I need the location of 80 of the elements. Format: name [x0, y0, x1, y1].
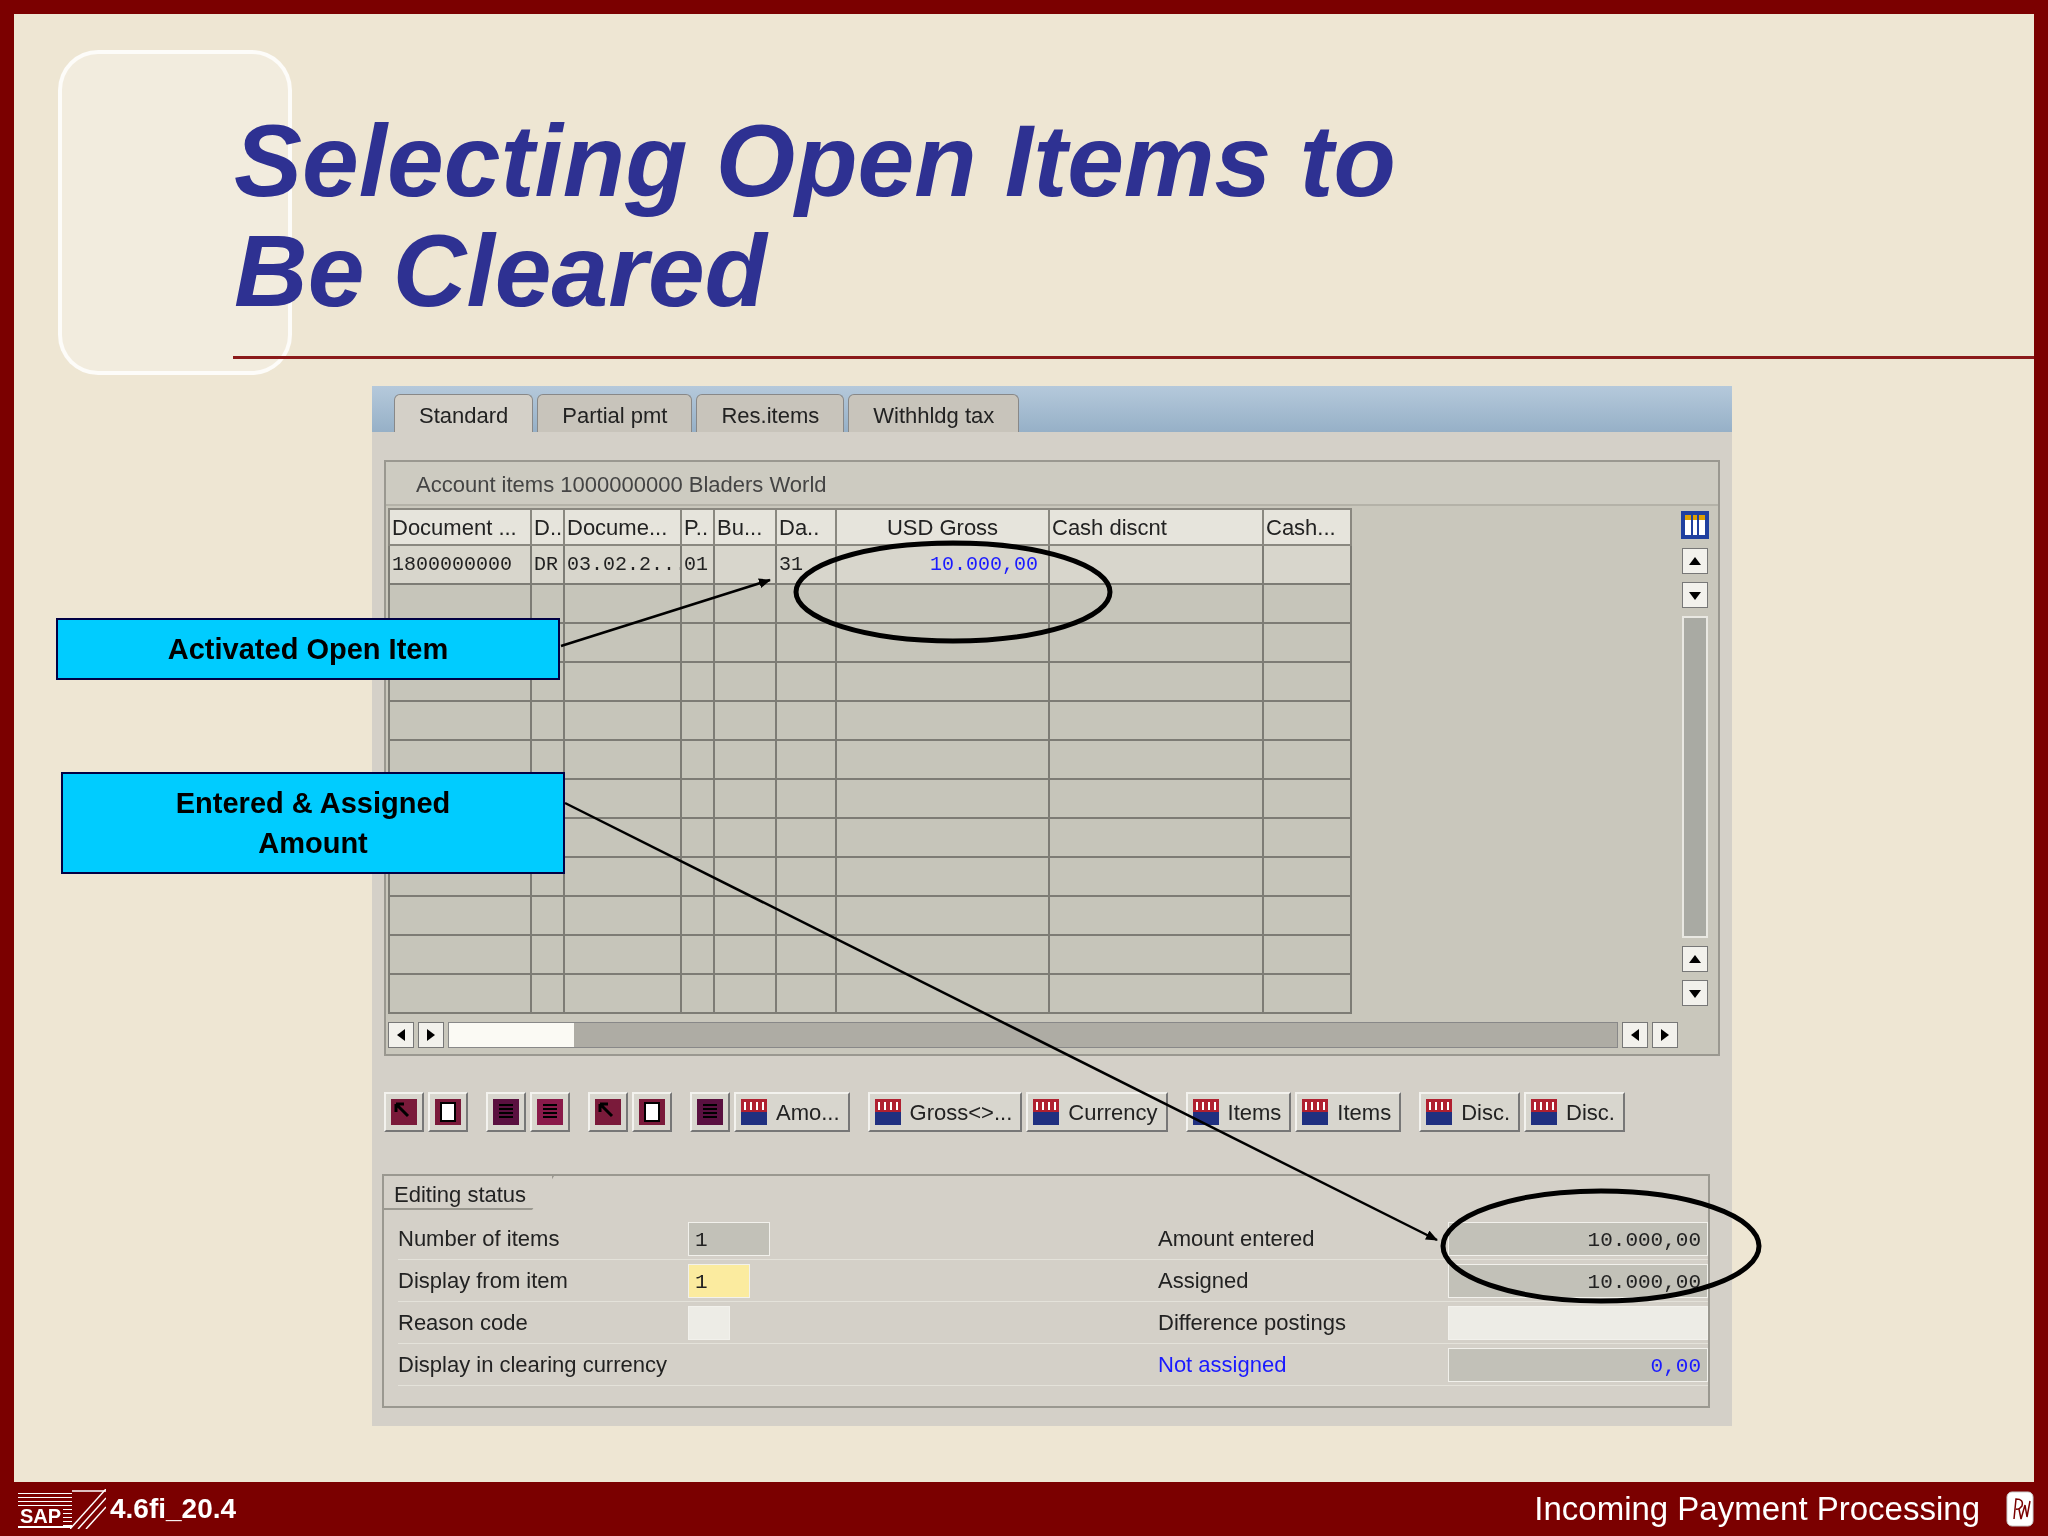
toolbar-icon: [696, 1098, 724, 1126]
sap-logo-text: SAP: [18, 1506, 64, 1526]
scroll-right-button[interactable]: [1652, 1022, 1678, 1048]
field-link[interactable]: Not assigned: [1158, 1348, 1448, 1381]
toolbar-icon: [1191, 1098, 1220, 1126]
column-header[interactable]: Cash discnt: [1049, 509, 1263, 545]
toolbar-icon: [492, 1098, 520, 1126]
toolbar-icon: [873, 1098, 902, 1126]
output-field: 10.000,00: [1448, 1221, 1708, 1256]
table-cell: 03.02.2...: [564, 545, 681, 584]
tab[interactable]: Standard: [394, 394, 534, 432]
column-header[interactable]: D..: [531, 509, 564, 545]
toolbar-button[interactable]: [428, 1092, 468, 1132]
toolbar-icon: [390, 1098, 418, 1126]
column-header[interactable]: USD Gross: [836, 509, 1049, 545]
output-field: 1: [688, 1221, 770, 1256]
toolbar-icon: [536, 1098, 564, 1126]
toolbar-button[interactable]: Disc.: [1524, 1092, 1625, 1132]
toolbar-icon: [638, 1098, 666, 1126]
toolbar-icon: [740, 1098, 768, 1126]
toolbar-button[interactable]: Gross<>...: [867, 1092, 1023, 1132]
toolbar-icon: [1530, 1098, 1559, 1126]
input-cell[interactable]: [1263, 545, 1351, 584]
toolbar-button[interactable]: [588, 1092, 628, 1132]
panel-title: Editing status: [384, 1176, 555, 1210]
toolbar-icon: [1425, 1098, 1454, 1126]
column-header[interactable]: P..: [681, 509, 714, 545]
toolbar-button[interactable]: [486, 1092, 526, 1132]
field-label: Reason code: [398, 1309, 529, 1337]
scroll-up-button[interactable]: [1682, 946, 1708, 972]
scroll-left-button[interactable]: [1622, 1022, 1648, 1048]
panel-title: Account items 1000000000 Bladers World: [386, 462, 1718, 506]
input-field[interactable]: [1448, 1305, 1708, 1340]
footer-title: Incoming Payment Processing: [1534, 1489, 1980, 1530]
toolbar-button[interactable]: [690, 1092, 730, 1132]
callout-label: Activated Open Item: [56, 618, 560, 680]
field-label: Difference postings: [1158, 1309, 1347, 1337]
slide-code: 4.6fi_20.4: [110, 1492, 237, 1526]
slide-title: Selecting Open Items to Be Cleared: [234, 106, 1396, 326]
scrollbar-track[interactable]: [448, 1022, 1618, 1048]
column-header[interactable]: Docume...: [564, 509, 681, 545]
output-field: 0,00: [1448, 1347, 1708, 1382]
toolbar-button[interactable]: [632, 1092, 672, 1132]
column-header[interactable]: Da..: [776, 509, 836, 545]
scrollbar-thumb[interactable]: [449, 1023, 574, 1047]
column-settings-icon[interactable]: [1680, 510, 1710, 540]
toolbar-icon: [594, 1098, 622, 1126]
toolbar-button[interactable]: Items: [1295, 1092, 1402, 1132]
callout-label: Entered & Assigned Amount: [61, 772, 565, 874]
field-label: Display in clearing currency: [398, 1351, 668, 1379]
toolbar-button[interactable]: Items: [1185, 1092, 1292, 1132]
tab[interactable]: Partial pmt: [537, 394, 693, 432]
scroll-up-button[interactable]: [1682, 548, 1708, 574]
output-field: 10.000,00: [1448, 1263, 1708, 1298]
column-header[interactable]: Cash...: [1263, 509, 1351, 545]
field-label: Display from item: [398, 1267, 569, 1295]
toolbar-button[interactable]: [384, 1092, 424, 1132]
tab[interactable]: Res.items: [696, 394, 845, 432]
field-label: Number of items: [398, 1225, 561, 1253]
column-header[interactable]: Bu...: [714, 509, 776, 545]
toolbar-button[interactable]: Disc.: [1419, 1092, 1521, 1132]
toolbar-icon: [434, 1098, 462, 1126]
field-label: Amount entered: [1158, 1225, 1316, 1253]
input-cell[interactable]: [1049, 545, 1263, 584]
toolbar-button[interactable]: Amo...: [734, 1092, 850, 1132]
toolbar-icon: [1032, 1098, 1061, 1126]
scroll-down-button[interactable]: [1682, 980, 1708, 1006]
input-field[interactable]: 1: [688, 1263, 750, 1298]
table-cell: 1800000000: [389, 545, 531, 584]
toolbar-icon: [1301, 1098, 1330, 1126]
input-field[interactable]: [688, 1305, 730, 1340]
column-header[interactable]: Document ...: [389, 509, 531, 545]
scroll-down-button[interactable]: [1682, 582, 1708, 608]
logo-icon: [2006, 1491, 2034, 1527]
tab[interactable]: Withhldg tax: [848, 394, 1020, 432]
scroll-left-button[interactable]: [388, 1022, 414, 1048]
field-label: Assigned: [1158, 1267, 1250, 1295]
toolbar-button[interactable]: [530, 1092, 570, 1132]
toolbar-button[interactable]: Currency: [1026, 1092, 1168, 1132]
scroll-right-button[interactable]: [418, 1022, 444, 1048]
